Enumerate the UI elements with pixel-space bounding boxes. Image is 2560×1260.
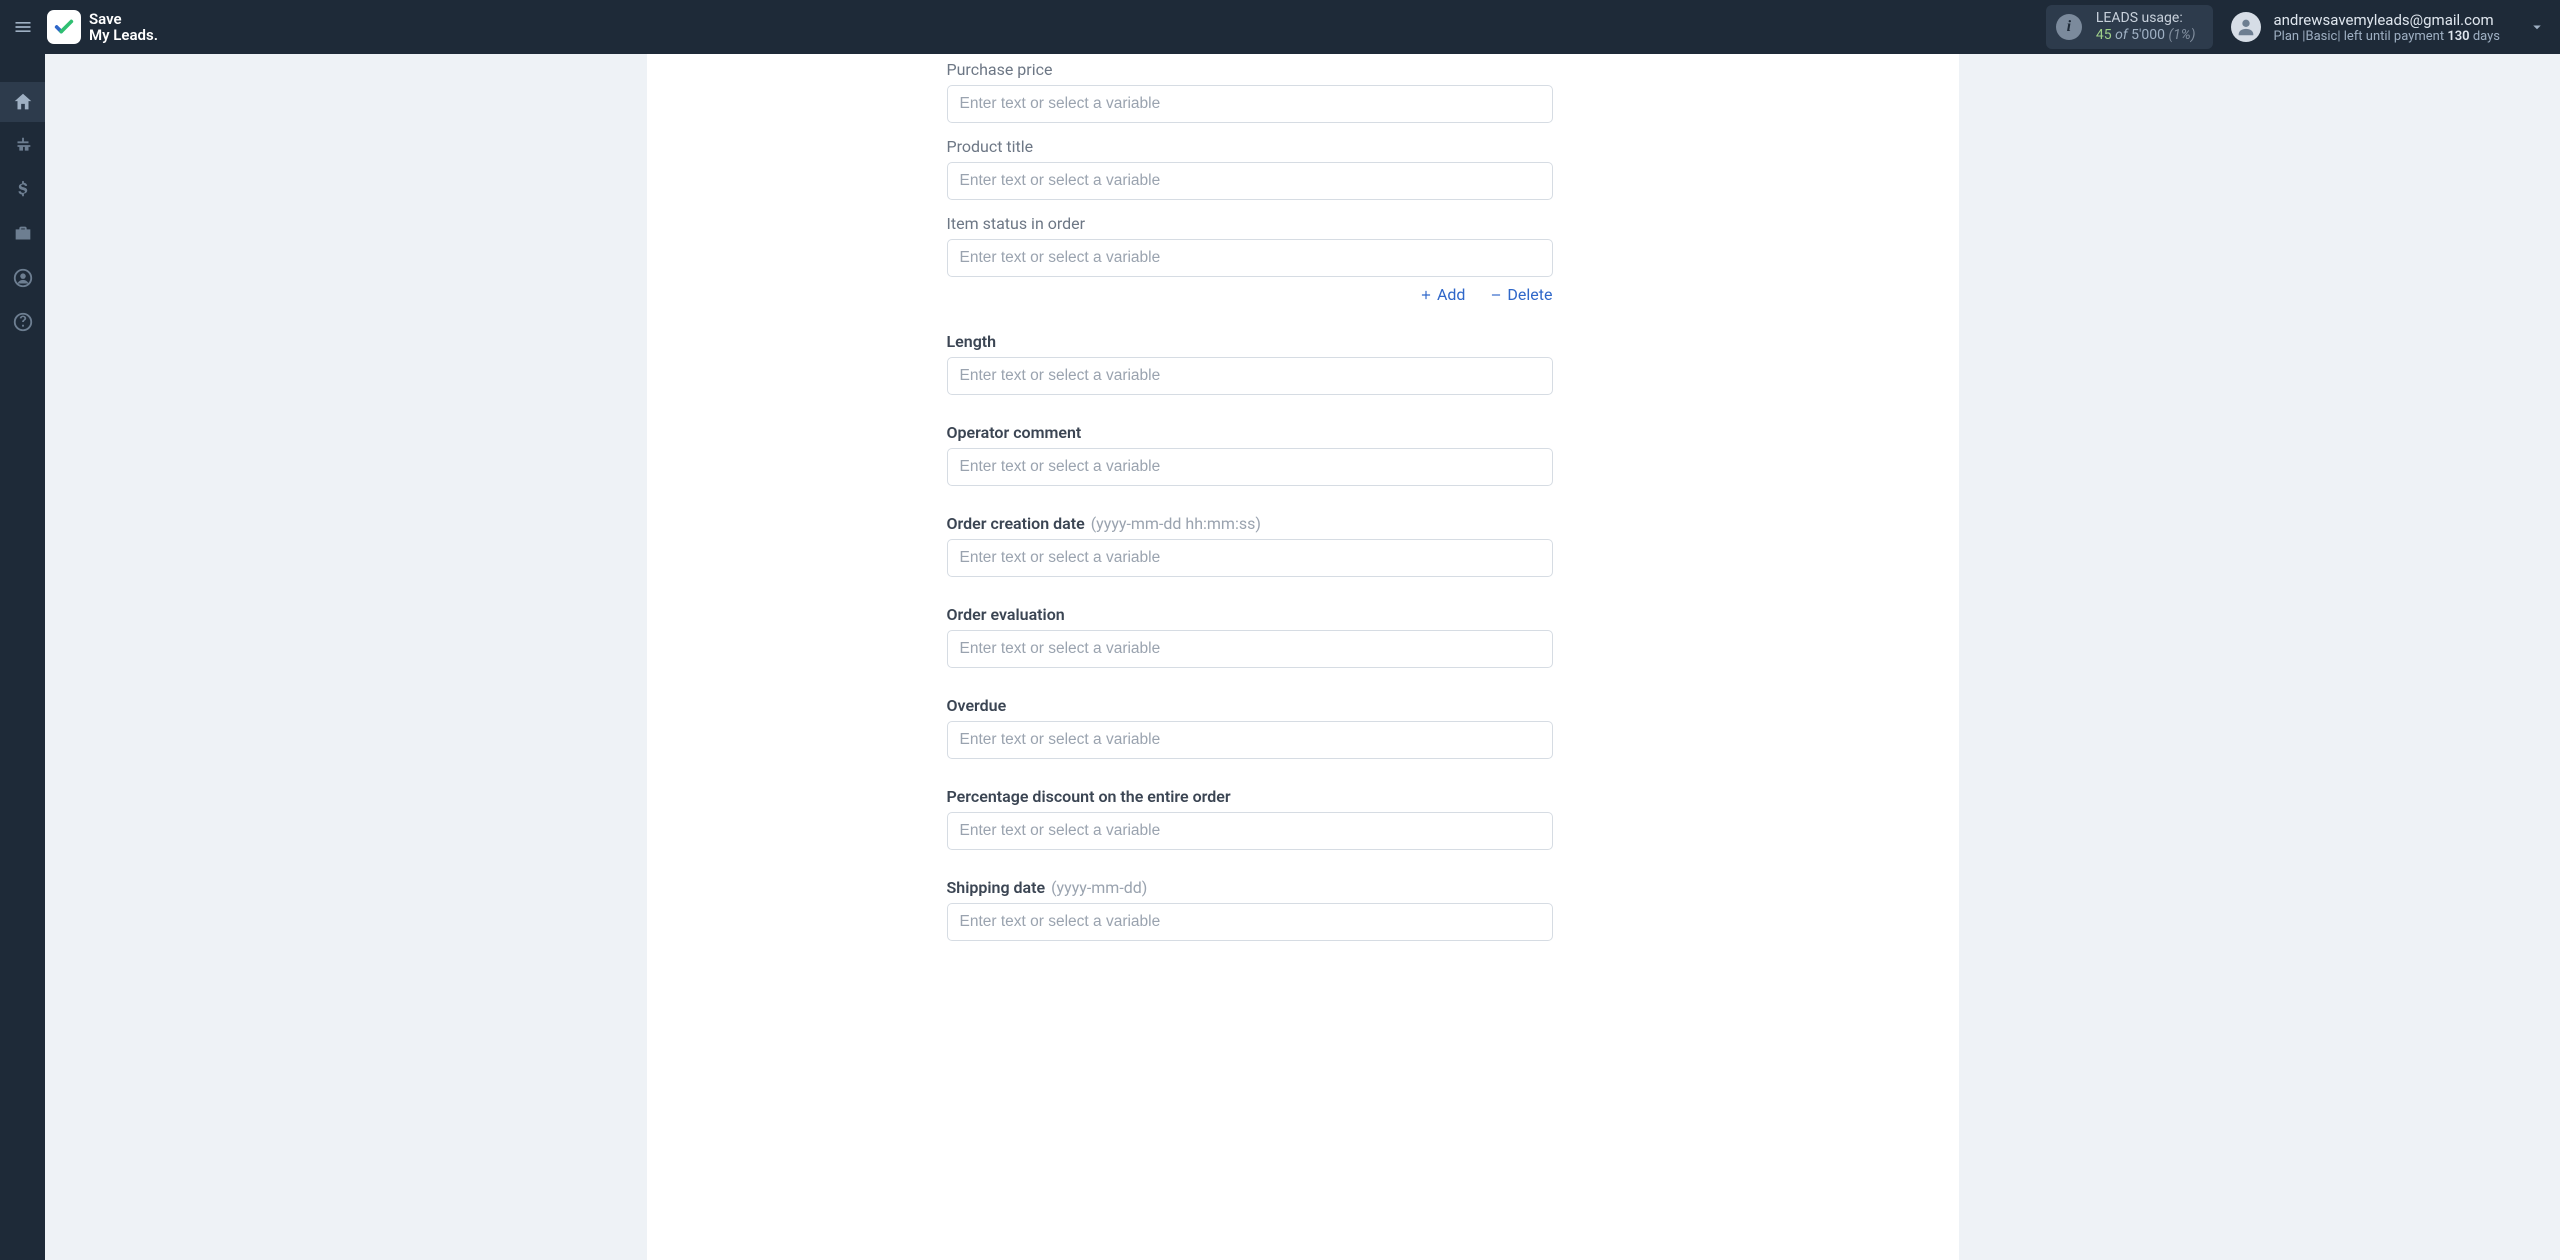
delete-label: Delete [1507, 285, 1552, 304]
hint-order-created: (yyyy-mm-dd hh:mm:ss) [1091, 514, 1261, 533]
page: Purchase price Product title Item status… [45, 0, 2560, 1260]
account-plan-line: Plan |Basic| left until payment 130 days [2273, 29, 2500, 44]
input-operator-comment[interactable] [947, 448, 1553, 486]
account-menu[interactable]: andrewsavemyleads@gmail.com Plan |Basic|… [2231, 11, 2560, 44]
label-shipping-date: Shipping date [947, 878, 1046, 897]
sidebar [0, 54, 45, 1260]
field-pct-discount: Percentage discount on the entire order [947, 787, 1553, 850]
checkmark-icon [53, 16, 75, 38]
input-length[interactable] [947, 357, 1553, 395]
top-bar: Save My Leads. i LEADS usage: 45 of 5'00… [0, 0, 2560, 54]
chevron-down-icon [2528, 18, 2546, 36]
repeat-actions: Add Delete [947, 285, 1553, 304]
nav-home[interactable] [0, 82, 45, 122]
form-column: Purchase price Product title Item status… [947, 54, 1553, 941]
plus-icon [1419, 288, 1433, 302]
usage-total: 5'000 [2131, 27, 2165, 43]
label-overdue: Overdue [947, 696, 1553, 715]
briefcase-icon [12, 223, 34, 245]
add-label: Add [1437, 285, 1465, 304]
field-item-status: Item status in order [947, 214, 1553, 277]
field-order-evaluation: Order evaluation [947, 605, 1553, 668]
field-order-created: Order creation date (yyyy-mm-dd hh:mm:ss… [947, 514, 1553, 577]
hint-shipping-date: (yyyy-mm-dd) [1051, 878, 1147, 897]
label-operator-comment: Operator comment [947, 423, 1553, 442]
usage-widget[interactable]: i LEADS usage: 45 of 5'000 (1%) [2046, 5, 2214, 49]
nav-billing[interactable] [0, 170, 45, 210]
account-email: andrewsavemyleads@gmail.com [2273, 11, 2500, 29]
brand-line2: My Leads. [89, 27, 158, 44]
form-card: Purchase price Product title Item status… [647, 54, 1959, 1260]
nav-connections[interactable] [0, 126, 45, 166]
input-shipping-date[interactable] [947, 903, 1553, 941]
input-order-evaluation[interactable] [947, 630, 1553, 668]
input-pct-discount[interactable] [947, 812, 1553, 850]
help-icon [12, 311, 34, 333]
label-item-status: Item status in order [947, 214, 1553, 233]
plan-days: 130 [2447, 29, 2469, 44]
field-overdue: Overdue [947, 696, 1553, 759]
input-overdue[interactable] [947, 721, 1553, 759]
label-purchase-price: Purchase price [947, 60, 1553, 79]
dollar-icon [12, 179, 34, 201]
hamburger-icon [13, 17, 33, 37]
avatar [2231, 12, 2261, 42]
delete-button[interactable]: Delete [1489, 285, 1552, 304]
usage-used: 45 [2096, 27, 2112, 43]
add-button[interactable]: Add [1419, 285, 1465, 304]
brand-text: Save My Leads. [89, 11, 158, 44]
home-icon [12, 91, 34, 113]
brand-line1: Save [89, 11, 158, 28]
label-product-title: Product title [947, 137, 1553, 156]
plan-mid: | left until payment [2337, 29, 2447, 44]
usage-label: LEADS usage: [2096, 10, 2196, 28]
plan-name: Basic [2305, 29, 2337, 44]
label-pct-discount: Percentage discount on the entire order [947, 787, 1553, 806]
nav-briefcase[interactable] [0, 214, 45, 254]
input-product-title[interactable] [947, 162, 1553, 200]
nav-help[interactable] [0, 302, 45, 342]
usage-pct: (1%) [2168, 27, 2195, 43]
brand-logo [47, 10, 81, 44]
input-item-status[interactable] [947, 239, 1553, 277]
field-length: Length [947, 332, 1553, 395]
nav-profile[interactable] [0, 258, 45, 298]
brand[interactable]: Save My Leads. [47, 10, 158, 44]
sitemap-icon [12, 135, 34, 157]
input-purchase-price[interactable] [947, 85, 1553, 123]
field-shipping-date: Shipping date (yyyy-mm-dd) [947, 878, 1553, 941]
info-icon: i [2056, 14, 2082, 40]
user-circle-icon [12, 267, 34, 289]
usage-text: LEADS usage: 45 of 5'000 (1%) [2096, 10, 2196, 45]
label-order-evaluation: Order evaluation [947, 605, 1553, 624]
menu-toggle[interactable] [0, 0, 45, 54]
user-icon [2235, 16, 2257, 38]
minus-icon [1489, 288, 1503, 302]
account-chevron[interactable] [2528, 18, 2546, 40]
field-purchase-price: Purchase price [947, 60, 1553, 123]
account-text: andrewsavemyleads@gmail.com Plan |Basic|… [2273, 11, 2500, 44]
field-operator-comment: Operator comment [947, 423, 1553, 486]
field-product-title: Product title [947, 137, 1553, 200]
label-length: Length [947, 332, 1553, 351]
input-order-created[interactable] [947, 539, 1553, 577]
usage-of: of [2115, 27, 2127, 43]
plan-prefix: Plan | [2273, 29, 2305, 44]
plan-days-word: days [2470, 29, 2500, 44]
label-order-created: Order creation date [947, 514, 1085, 533]
